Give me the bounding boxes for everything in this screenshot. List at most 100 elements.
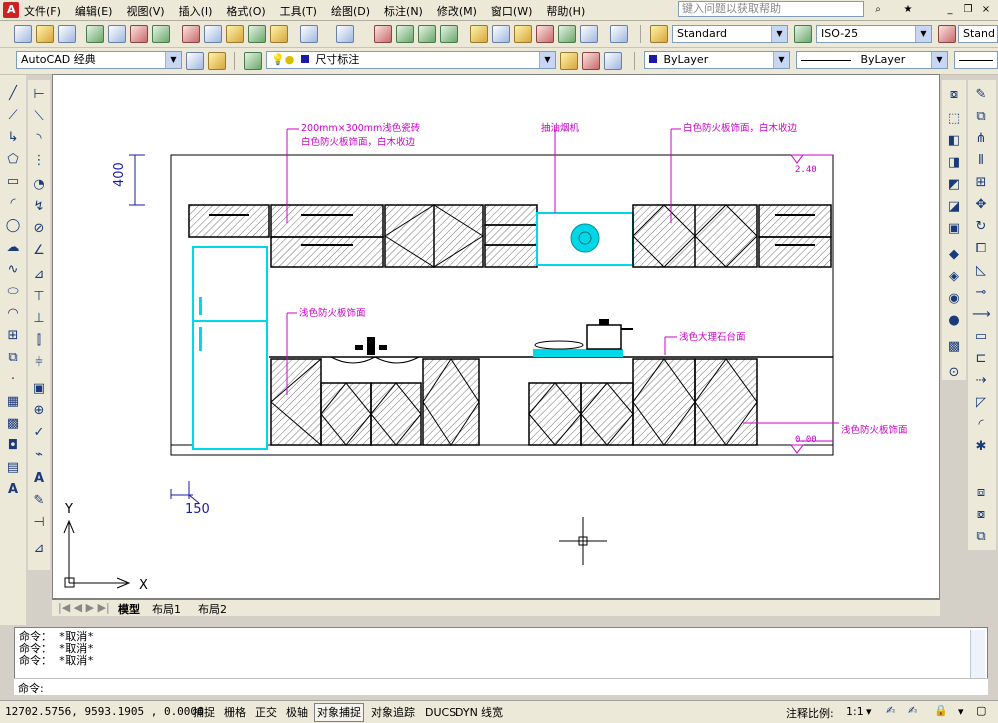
menu-item[interactable]: 视图(V): [126, 3, 164, 19]
help-search-input[interactable]: 键入问题以获取帮助: [678, 1, 864, 17]
table-style-icon[interactable]: [938, 25, 956, 43]
center-mark-icon[interactable]: ⊕: [30, 402, 48, 419]
chevron-down-icon[interactable]: ▾: [958, 705, 964, 718]
conceptual-icon[interactable]: ●: [945, 312, 963, 329]
menu-item[interactable]: 编辑(E): [75, 3, 113, 19]
aligned-dim-icon[interactable]: ⟍: [30, 108, 48, 125]
lineweight-select[interactable]: [954, 51, 998, 69]
scale-icon[interactable]: ⧠: [972, 240, 990, 257]
workspace-select[interactable]: AutoCAD 经典 ▼: [16, 51, 182, 69]
stretch-icon[interactable]: ◺: [972, 262, 990, 279]
offset-icon[interactable]: ⫴: [972, 152, 990, 169]
tool-palettes-icon[interactable]: [514, 25, 532, 43]
paste-icon[interactable]: [226, 25, 244, 43]
color-select[interactable]: ByLayer ▼: [644, 51, 790, 69]
auto-scale-icon[interactable]: ✍: [908, 704, 917, 717]
explode-icon[interactable]: ✱: [972, 438, 990, 455]
view-manager-icon[interactable]: ⧇: [945, 86, 963, 103]
help-icon[interactable]: [610, 25, 628, 43]
star-icon[interactable]: ★: [900, 2, 916, 17]
inspection-icon[interactable]: ✓: [30, 424, 48, 441]
fillet-icon[interactable]: ◜: [972, 416, 990, 433]
ellipse-arc-icon[interactable]: ◠: [4, 305, 22, 322]
osnap-toggle[interactable]: 对象捕捉: [314, 703, 364, 722]
polygon-icon[interactable]: ⬠: [4, 151, 22, 168]
my-workspace-icon[interactable]: [208, 52, 226, 70]
baseline-dim-icon[interactable]: ⊤: [30, 288, 48, 305]
copy-icon[interactable]: [204, 25, 222, 43]
autocad-logo-icon[interactable]: [3, 2, 19, 18]
menu-item[interactable]: 标注(N): [384, 3, 423, 19]
undo-icon[interactable]: [300, 25, 318, 43]
sheet-set-icon[interactable]: [536, 25, 554, 43]
arc-length-icon[interactable]: ◝: [30, 130, 48, 147]
table-style-select[interactable]: Stand: [958, 25, 998, 43]
diameter-dim-icon[interactable]: ⊘: [30, 220, 48, 237]
match-properties-icon[interactable]: [248, 25, 266, 43]
gradient-icon[interactable]: ▩: [4, 415, 22, 432]
annotation-visibility-icon[interactable]: ✍: [886, 704, 895, 717]
render-icon[interactable]: ▩: [945, 338, 963, 355]
join-icon[interactable]: ⇢: [972, 372, 990, 389]
radius-dim-icon[interactable]: ◔: [30, 176, 48, 193]
move-icon[interactable]: ✥: [972, 196, 990, 213]
revision-cloud-icon[interactable]: ☁: [4, 239, 22, 256]
wedge-icon[interactable]: ◧: [945, 132, 963, 149]
new-icon[interactable]: [14, 25, 32, 43]
jogged-linear-icon[interactable]: ⌁: [30, 446, 48, 463]
menu-item[interactable]: 绘图(D): [331, 3, 370, 19]
jogged-dim-icon[interactable]: ↯: [30, 198, 48, 215]
text-style-select[interactable]: Standard ▼: [672, 25, 788, 43]
menu-item[interactable]: 文件(F): [24, 3, 61, 19]
arc-icon[interactable]: ◜: [4, 195, 22, 212]
save-icon[interactable]: [58, 25, 76, 43]
layer-manager-icon[interactable]: [244, 52, 262, 70]
plot-icon[interactable]: [152, 25, 170, 43]
trim-icon[interactable]: ⊸: [972, 284, 990, 301]
rotate-icon[interactable]: ↻: [972, 218, 990, 235]
menu-item[interactable]: 插入(I): [179, 3, 213, 19]
erase-icon[interactable]: ✎: [972, 86, 990, 103]
preview-icon[interactable]: [108, 25, 126, 43]
markup-icon[interactable]: [558, 25, 576, 43]
search-icon[interactable]: ⌕: [870, 2, 886, 17]
restore-button[interactable]: ❐: [960, 2, 976, 17]
snap-toggle[interactable]: 捕捉: [190, 703, 218, 722]
line-icon[interactable]: ╱: [4, 85, 22, 102]
dim-style-select[interactable]: ISO-25 ▼: [816, 25, 932, 43]
circle-icon[interactable]: ◯: [4, 217, 22, 234]
realistic-icon[interactable]: ◉: [945, 290, 963, 307]
array-icon[interactable]: ⊞: [972, 174, 990, 191]
layer-select[interactable]: 💡● 尺寸标注 ▼: [266, 51, 556, 69]
continue-dim-icon[interactable]: ⊥: [30, 310, 48, 327]
tab-layout1[interactable]: 布局1: [152, 601, 181, 617]
multiline-text-icon[interactable]: A: [4, 481, 22, 498]
layer-state-icon[interactable]: [604, 52, 622, 70]
torus-icon[interactable]: ▣: [945, 220, 963, 237]
redo-icon[interactable]: [336, 25, 354, 43]
break-icon[interactable]: ⊏: [972, 350, 990, 367]
ellipse-icon[interactable]: ⬭: [4, 283, 22, 300]
insert-block-icon[interactable]: ⊞: [4, 327, 22, 344]
menu-item[interactable]: 帮助(H): [546, 3, 585, 19]
table-icon[interactable]: ▤: [4, 459, 22, 476]
dim-update-icon[interactable]: ⊣: [30, 514, 48, 531]
lock-icon[interactable]: 🔒: [934, 704, 948, 717]
chevron-down-icon[interactable]: ▾: [866, 705, 872, 718]
layer-previous-icon[interactable]: [582, 52, 600, 70]
zoom-previous-icon[interactable]: [440, 25, 458, 43]
orbit-icon[interactable]: ⊙: [945, 364, 963, 381]
command-prompt[interactable]: 命令:: [14, 678, 988, 695]
draworder-back-icon[interactable]: ⧇: [972, 506, 990, 523]
hatch-icon[interactable]: ▦: [4, 393, 22, 410]
shade-icon[interactable]: ◈: [945, 268, 963, 285]
lineweight-toggle[interactable]: 线宽: [478, 703, 506, 722]
tab-model[interactable]: 模型: [118, 601, 140, 617]
text-style-icon[interactable]: [650, 25, 668, 43]
zoom-window-icon[interactable]: [418, 25, 436, 43]
sphere-icon[interactable]: ◩: [945, 176, 963, 193]
extend-icon[interactable]: ⟶: [972, 306, 991, 323]
cut-icon[interactable]: [182, 25, 200, 43]
zoom-realtime-icon[interactable]: [396, 25, 414, 43]
minimize-button[interactable]: _: [942, 2, 958, 17]
